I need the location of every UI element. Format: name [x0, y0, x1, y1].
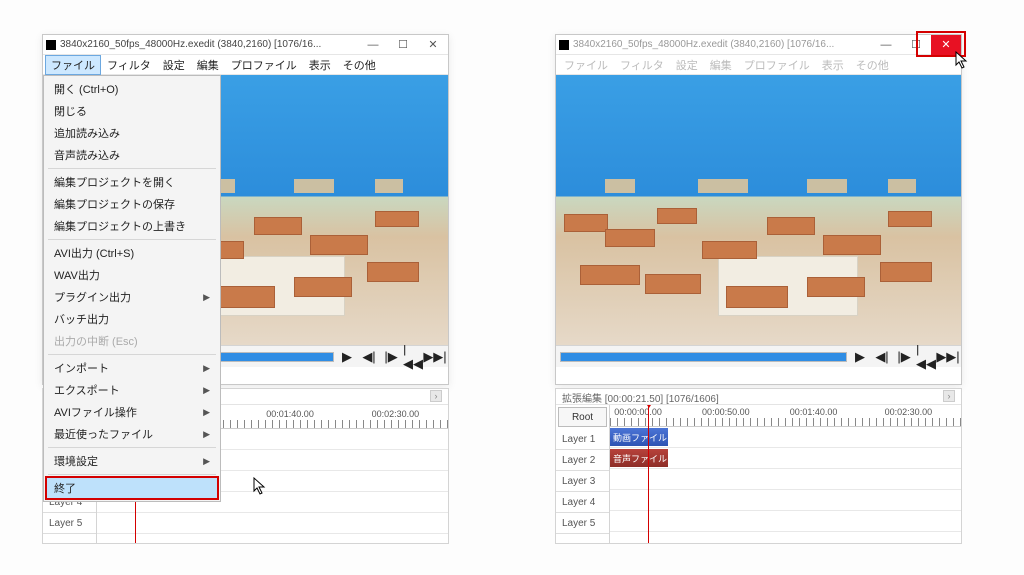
menu-other[interactable]: その他 [337, 55, 382, 75]
to-end-button[interactable]: ▶▶| [426, 348, 444, 366]
next-frame-button[interactable]: |▶ [382, 348, 400, 366]
titlebar: 3840x2160_50fps_48000Hz.exedit (3840,216… [43, 35, 448, 55]
menu-edit[interactable]: 編集 [704, 55, 738, 75]
menu-settings[interactable]: 設定 [157, 55, 191, 75]
menu-audio-load[interactable]: 音声読み込み [46, 144, 218, 166]
menu-open-project[interactable]: 編集プロジェクトを開く [46, 171, 218, 193]
menu-file[interactable]: ファイル [45, 55, 101, 75]
menu-wav-out[interactable]: WAV出力 [46, 264, 218, 286]
video-preview [556, 75, 961, 345]
root-button[interactable]: Root [558, 407, 607, 427]
layer-label[interactable]: Layer 5 [556, 513, 609, 534]
layer-labels-column: Root Layer 1 Layer 2 Layer 3 Layer 4 Lay… [556, 405, 610, 543]
close-button[interactable]: ✕ [418, 35, 448, 55]
menu-abort-out: 出力の中断 (Esc) [46, 330, 218, 352]
menubar: ファイル フィルタ 設定 編集 プロファイル 表示 その他 [556, 55, 961, 75]
chevron-right-icon: ▶ [203, 429, 210, 440]
menu-avi-out[interactable]: AVI出力 (Ctrl+S) [46, 242, 218, 264]
menu-save-project[interactable]: 編集プロジェクトの保存 [46, 193, 218, 215]
app-window-left: 3840x2160_50fps_48000Hz.exedit (3840,216… [42, 34, 449, 385]
minimize-button[interactable]: — [358, 35, 388, 55]
prev-frame-button[interactable]: ◀| [360, 348, 378, 366]
menu-close-file[interactable]: 閉じる [46, 100, 218, 122]
menu-settings[interactable]: 設定 [670, 55, 704, 75]
play-button[interactable]: ▶ [338, 348, 356, 366]
layer-label[interactable]: Layer 4 [556, 492, 609, 513]
chevron-right-icon: ▶ [203, 385, 210, 396]
titlebar: 3840x2160_50fps_48000Hz.exedit (3840,216… [556, 35, 961, 55]
chevron-right-icon: ▶ [203, 456, 210, 467]
prev-frame-button[interactable]: ◀| [873, 348, 891, 366]
layer-label[interactable]: Layer 2 [556, 450, 609, 471]
menu-profile[interactable]: プロファイル [738, 55, 816, 75]
chevron-right-icon: ▶ [203, 363, 210, 374]
menu-avi-ops[interactable]: AVIファイル操作▶ [46, 401, 218, 423]
play-button[interactable]: ▶ [851, 348, 869, 366]
menu-env[interactable]: 環境設定▶ [46, 450, 218, 472]
chevron-right-icon: ▶ [203, 407, 210, 418]
menu-export[interactable]: エクスポート▶ [46, 379, 218, 401]
menu-plugin-out[interactable]: プラグイン出力▶ [46, 286, 218, 308]
audio-clip[interactable]: 音声ファイル [610, 449, 668, 467]
menu-filter[interactable]: フィルタ [614, 55, 670, 75]
playhead[interactable] [648, 405, 649, 543]
menu-overwrite-project[interactable]: 編集プロジェクトの上書き [46, 215, 218, 237]
menu-filter[interactable]: フィルタ [101, 55, 157, 75]
menu-import[interactable]: インポート▶ [46, 357, 218, 379]
menu-recent[interactable]: 最近使ったファイル▶ [46, 423, 218, 445]
timeline-title: 拡張編集 [00:00:21.50] [1076/1606] › [556, 389, 961, 405]
menu-open[interactable]: 開く (Ctrl+O) [46, 78, 218, 100]
maximize-button[interactable]: ☐ [388, 35, 418, 55]
time-ruler[interactable]: 00:00:00.00 00:00:50.00 00:01:40.00 00:0… [610, 405, 961, 427]
window-title: 3840x2160_50fps_48000Hz.exedit (3840,216… [573, 39, 871, 50]
scroll-right-button[interactable]: › [943, 390, 955, 402]
menu-edit[interactable]: 編集 [191, 55, 225, 75]
layer-label[interactable]: Layer 5 [43, 513, 96, 534]
layer-label[interactable]: Layer 3 [556, 471, 609, 492]
to-end-button[interactable]: ▶▶| [939, 348, 957, 366]
progress-bar[interactable] [560, 352, 847, 362]
timeline-panel-right: 拡張編集 [00:00:21.50] [1076/1606] › Root La… [555, 388, 962, 544]
app-icon [559, 40, 569, 50]
menu-view[interactable]: 表示 [816, 55, 850, 75]
app-window-right: 3840x2160_50fps_48000Hz.exedit (3840,216… [555, 34, 962, 385]
menu-view[interactable]: 表示 [303, 55, 337, 75]
to-start-button[interactable]: |◀◀ [917, 348, 935, 366]
minimize-button[interactable]: — [871, 35, 901, 55]
menubar: ファイル フィルタ 設定 編集 プロファイル 表示 その他 [43, 55, 448, 75]
highlight-close-frame [916, 31, 966, 57]
menu-file[interactable]: ファイル [558, 55, 614, 75]
to-start-button[interactable]: |◀◀ [404, 348, 422, 366]
next-frame-button[interactable]: |▶ [895, 348, 913, 366]
layer-label[interactable]: Layer 1 [556, 429, 609, 450]
chevron-right-icon: ▶ [203, 292, 210, 303]
scroll-right-button[interactable]: › [430, 390, 442, 402]
app-icon [46, 40, 56, 50]
menu-other[interactable]: その他 [850, 55, 895, 75]
menu-batch-out[interactable]: バッチ出力 [46, 308, 218, 330]
window-title: 3840x2160_50fps_48000Hz.exedit (3840,216… [60, 39, 358, 50]
file-dropdown-menu: 開く (Ctrl+O) 閉じる 追加読み込み 音声読み込み 編集プロジェクトを開… [43, 75, 221, 502]
menu-exit[interactable]: 終了 [46, 477, 218, 499]
menu-append[interactable]: 追加読み込み [46, 122, 218, 144]
menu-profile[interactable]: プロファイル [225, 55, 303, 75]
player-controls: ▶ ◀| |▶ |◀◀ ▶▶| [556, 345, 961, 367]
track-area[interactable]: 00:00:00.00 00:00:50.00 00:01:40.00 00:0… [610, 405, 961, 543]
video-clip[interactable]: 動画ファイル [610, 428, 668, 446]
